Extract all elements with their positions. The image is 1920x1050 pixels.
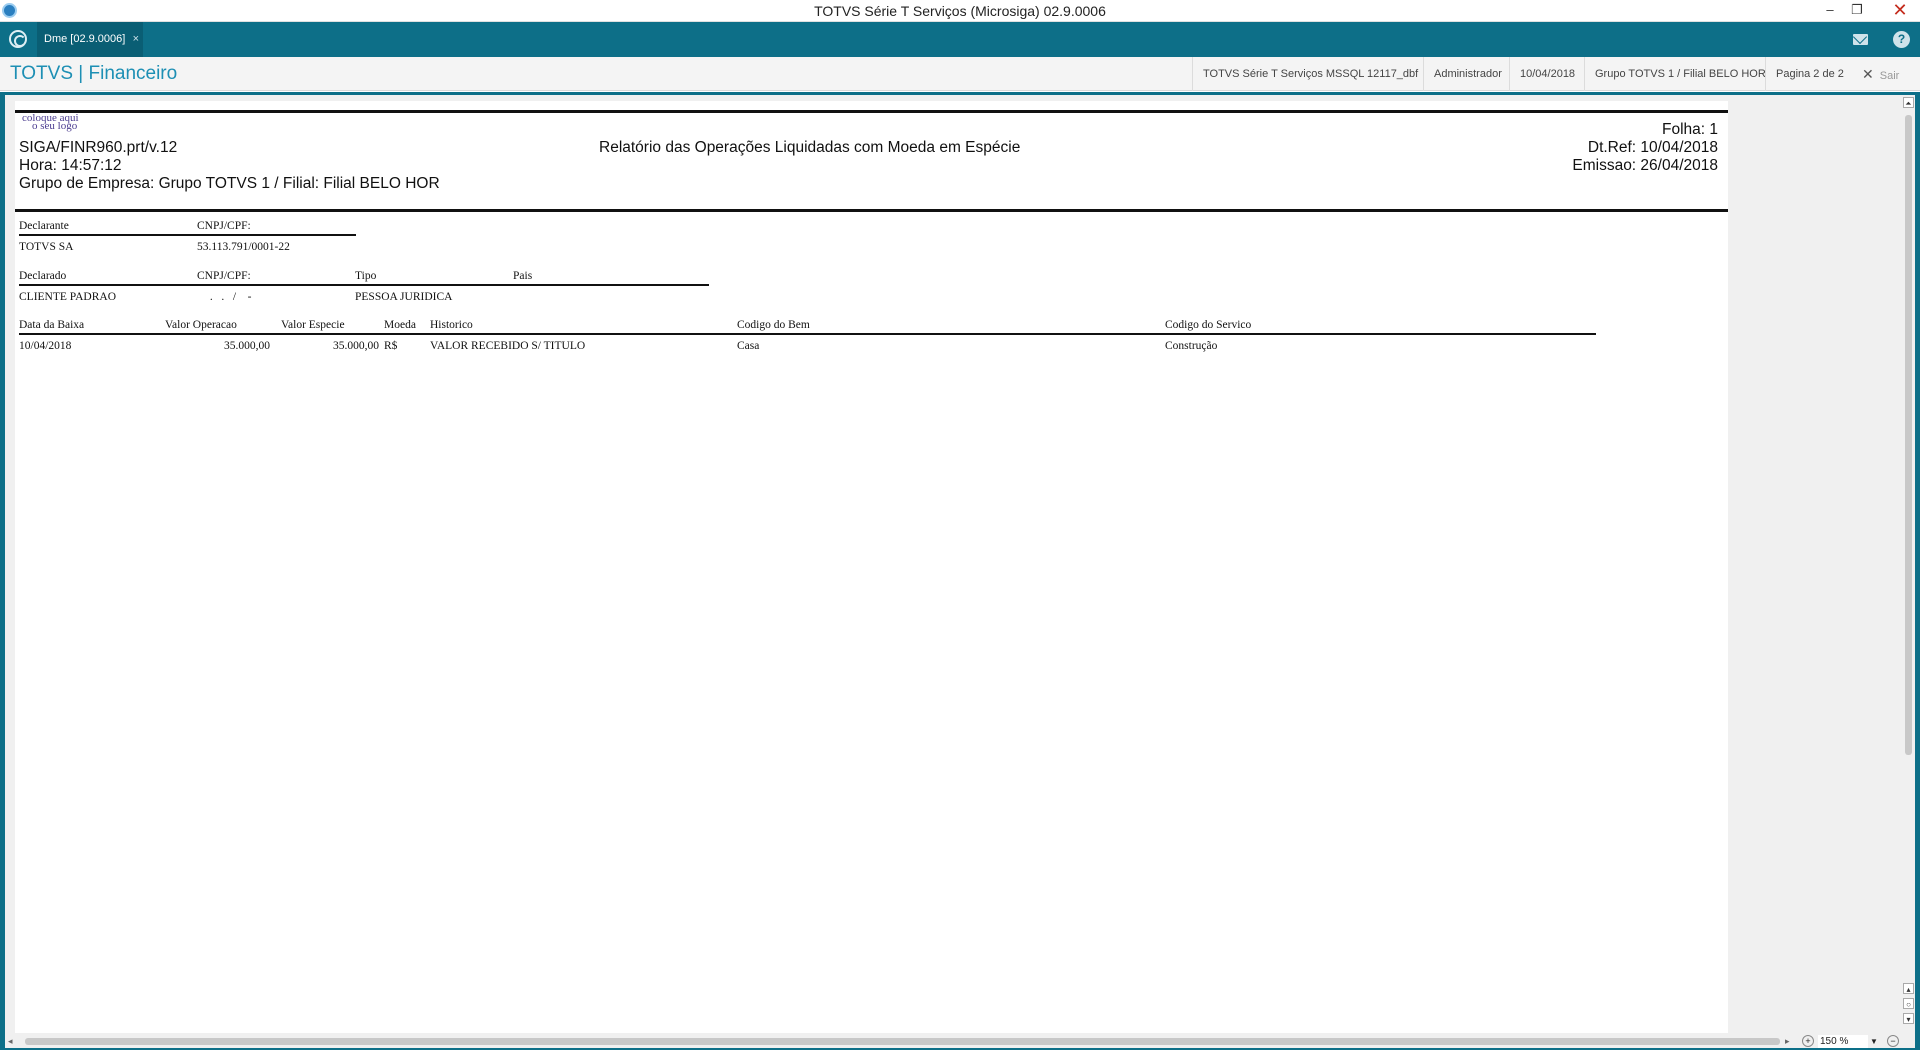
exit-button[interactable]: ✕ Sair xyxy=(1862,57,1899,91)
logo-placeholder: coloque aqui o seu logo xyxy=(22,113,122,132)
col-header-moeda: Moeda xyxy=(384,319,416,331)
scroll-reset-icon[interactable]: ○ xyxy=(1903,998,1914,1009)
window-title: TOTVS Série T Serviços (Microsiga) 02.9.… xyxy=(814,3,1106,19)
scroll-first-page-icon[interactable]: ⏶ xyxy=(1903,97,1914,108)
module-header: TOTVS | Financeiro TOTVS Série T Serviço… xyxy=(0,57,1920,91)
zoom-in-icon[interactable]: + xyxy=(1802,1035,1814,1047)
scroll-up-icon[interactable]: ▴ xyxy=(1903,983,1914,994)
vertical-scroll-thumb[interactable] xyxy=(1905,115,1912,755)
home-icon[interactable] xyxy=(9,30,27,48)
report-viewer: coloque aqui o seu logo SIGA/FINR960.prt… xyxy=(0,92,1920,1050)
declarado-name: CLIENTE PADRAO xyxy=(19,291,117,303)
declarante-cnpj-header: CNPJ/CPF: xyxy=(197,220,251,232)
col-header-valor-especie: Valor Especie xyxy=(281,319,345,331)
chevron-down-icon[interactable]: ▼ xyxy=(1868,1035,1880,1048)
top-rule xyxy=(15,110,1728,113)
module-title: TOTVS | Financeiro xyxy=(10,63,178,84)
tab-label: Dme [02.9.0006] xyxy=(44,33,126,45)
declarante-header: Declarante xyxy=(19,220,69,232)
row-codigo-servico: Construção xyxy=(1165,340,1218,352)
row-valor-especie: 35.000,00 xyxy=(333,340,379,352)
exit-label: Sair xyxy=(1879,70,1900,82)
user-info[interactable]: Administrador xyxy=(1423,57,1512,91)
tab-close-icon[interactable]: × xyxy=(133,22,139,57)
operations-header-rule xyxy=(19,333,1596,335)
tab-dme[interactable]: Dme [02.9.0006] × xyxy=(37,22,143,57)
declarado-header: Declarado xyxy=(19,270,67,282)
close-window-button[interactable]: ✕ xyxy=(1880,0,1920,22)
mail-icon[interactable] xyxy=(1853,34,1868,45)
row-codigo-bem: Casa xyxy=(737,340,760,352)
scroll-right-icon[interactable]: ▸ xyxy=(1785,1035,1790,1048)
declarado-tipo-header: Tipo xyxy=(355,270,377,282)
horizontal-scroll-thumb[interactable] xyxy=(25,1038,1780,1045)
report-time: Hora: 14:57:12 xyxy=(19,157,122,174)
declarado-header-rule xyxy=(19,284,709,286)
col-header-valor-operacao: Valor Operacao xyxy=(165,319,237,331)
declarante-cnpj: 53.113.791/0001-22 xyxy=(197,241,290,253)
declarante-header-rule xyxy=(19,234,356,236)
logo-line: o seu logo xyxy=(32,120,78,132)
pagination-info: Pagina 2 de 2 xyxy=(1765,57,1854,91)
scroll-left-icon[interactable]: ◂ xyxy=(8,1035,13,1048)
tab-bar: Dme [02.9.0006] × ? xyxy=(0,22,1920,57)
scroll-down-icon[interactable]: ▾ xyxy=(1903,1013,1914,1024)
zoom-select[interactable]: 150 % xyxy=(1818,1035,1868,1048)
declarado-pais-header: Pais xyxy=(513,270,533,282)
declarado-cnpj-header: CNPJ/CPF: xyxy=(197,270,251,282)
close-icon: ✕ xyxy=(1862,66,1874,82)
company-info[interactable]: Grupo TOTVS 1 / Filial BELO HOR xyxy=(1584,57,1776,91)
declarante-name: TOTVS SA xyxy=(19,241,74,253)
report-emissao: Emissao: 26/04/2018 xyxy=(1572,157,1718,174)
row-valor-operacao: 35.000,00 xyxy=(224,340,270,352)
declarado-cnpj: . . / - xyxy=(207,291,252,303)
header-rule xyxy=(15,209,1728,212)
report-page: coloque aqui o seu logo SIGA/FINR960.prt… xyxy=(15,101,1728,1033)
col-header-codigo-bem: Codigo do Bem xyxy=(737,319,810,331)
window-titlebar: TOTVS Série T Serviços (Microsiga) 02.9.… xyxy=(0,0,1920,22)
date-info[interactable]: 10/04/2018 xyxy=(1509,57,1585,91)
row-historico: VALOR RECEBIDO S/ TITULO xyxy=(430,340,586,352)
col-header-codigo-servico: Codigo do Servico xyxy=(1165,319,1252,331)
declarado-tipo: PESSOA JURIDICA xyxy=(355,291,453,303)
zoom-out-icon[interactable]: − xyxy=(1887,1035,1899,1047)
row-moeda: R$ xyxy=(384,340,398,352)
report-title: Relatório das Operações Liquidadas com M… xyxy=(599,139,1021,156)
minimize-button[interactable]: – xyxy=(1815,0,1845,22)
viewer-canvas: coloque aqui o seu logo SIGA/FINR960.prt… xyxy=(5,95,1915,1048)
restore-button[interactable]: ❐ xyxy=(1842,0,1872,22)
row-data-baixa: 10/04/2018 xyxy=(19,340,72,352)
vertical-scrollbar[interactable]: ⏶ ▴ ○ ▾ xyxy=(1902,95,1915,1035)
report-program: SIGA/FINR960.prt/v.12 xyxy=(19,139,178,156)
environment-info[interactable]: TOTVS Série T Serviços MSSQL 12117_dbf xyxy=(1192,57,1428,91)
horizontal-scrollbar[interactable]: ◂ ▸ xyxy=(5,1035,1795,1048)
help-icon[interactable]: ? xyxy=(1893,31,1910,48)
col-header-data-baixa: Data da Baixa xyxy=(19,319,85,331)
report-folha: Folha: 1 xyxy=(1661,121,1718,138)
zoom-control: + 150 % ▼ − xyxy=(1802,1035,1915,1048)
col-header-historico: Historico xyxy=(430,319,473,331)
report-dtref: Dt.Ref: 10/04/2018 xyxy=(1587,139,1718,156)
report-company-group: Grupo de Empresa: Grupo TOTVS 1 / Filial… xyxy=(19,175,440,192)
